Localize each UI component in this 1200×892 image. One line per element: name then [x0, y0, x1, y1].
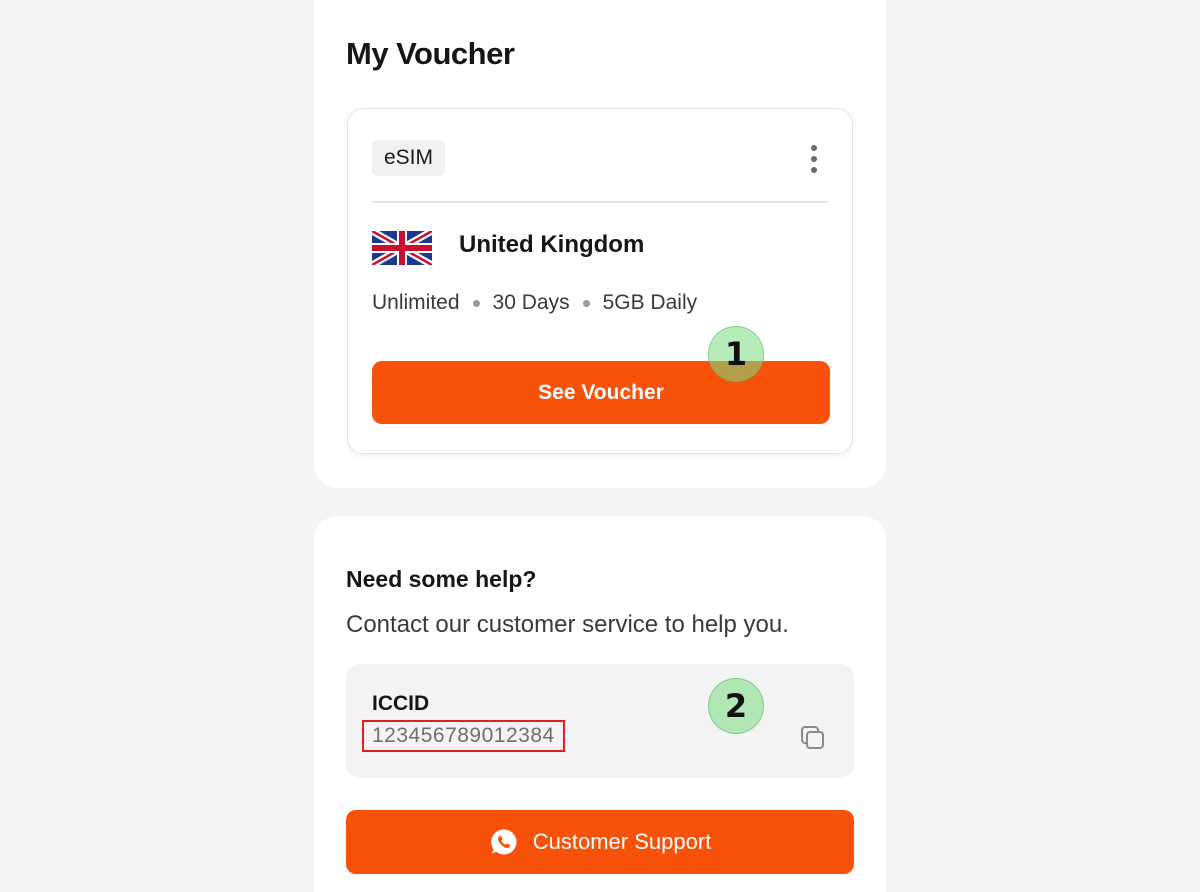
more-options-icon[interactable] — [806, 145, 822, 173]
separator-dot — [472, 299, 480, 307]
iccid-value: 123456789012384 — [362, 720, 565, 752]
annotation-marker-2: 2 — [708, 678, 764, 734]
kebab-dot — [811, 156, 817, 162]
iccid-label: ICCID — [372, 692, 430, 715]
plan-allowance: 5GB Daily — [602, 291, 698, 314]
customer-support-button[interactable]: Customer Support — [346, 810, 854, 874]
divider — [372, 201, 828, 203]
annotation-marker-1: 1 — [708, 326, 764, 382]
help-subtitle: Contact our customer service to help you… — [346, 611, 789, 638]
voucher-card: eSIM United Kingdom Unlimited 30 Days 5G… — [347, 108, 853, 454]
iccid-box: ICCID 123456789012384 — [346, 664, 854, 778]
plan-data-type: Unlimited — [372, 291, 460, 314]
voucher-panel: My Voucher eSIM United Kingdom Unlimited… — [314, 0, 886, 488]
screen: My Voucher eSIM United Kingdom Unlimited… — [0, 0, 1200, 892]
help-title: Need some help? — [346, 566, 537, 592]
kebab-dot — [811, 167, 817, 173]
separator-dot — [582, 299, 590, 307]
plan-details: Unlimited 30 Days 5GB Daily — [372, 291, 697, 315]
see-voucher-button[interactable]: See Voucher — [372, 361, 830, 424]
esim-tag: eSIM — [372, 140, 446, 176]
copy-icon[interactable] — [798, 724, 828, 754]
help-panel: Need some help? Contact our customer ser… — [314, 516, 886, 892]
united-kingdom-flag-icon — [372, 231, 432, 265]
plan-duration: 30 Days — [492, 291, 570, 314]
page-title: My Voucher — [346, 36, 515, 71]
whatsapp-icon — [490, 829, 517, 855]
customer-support-label: Customer Support — [532, 829, 712, 854]
country-name: United Kingdom — [459, 231, 645, 258]
kebab-dot — [811, 145, 817, 151]
